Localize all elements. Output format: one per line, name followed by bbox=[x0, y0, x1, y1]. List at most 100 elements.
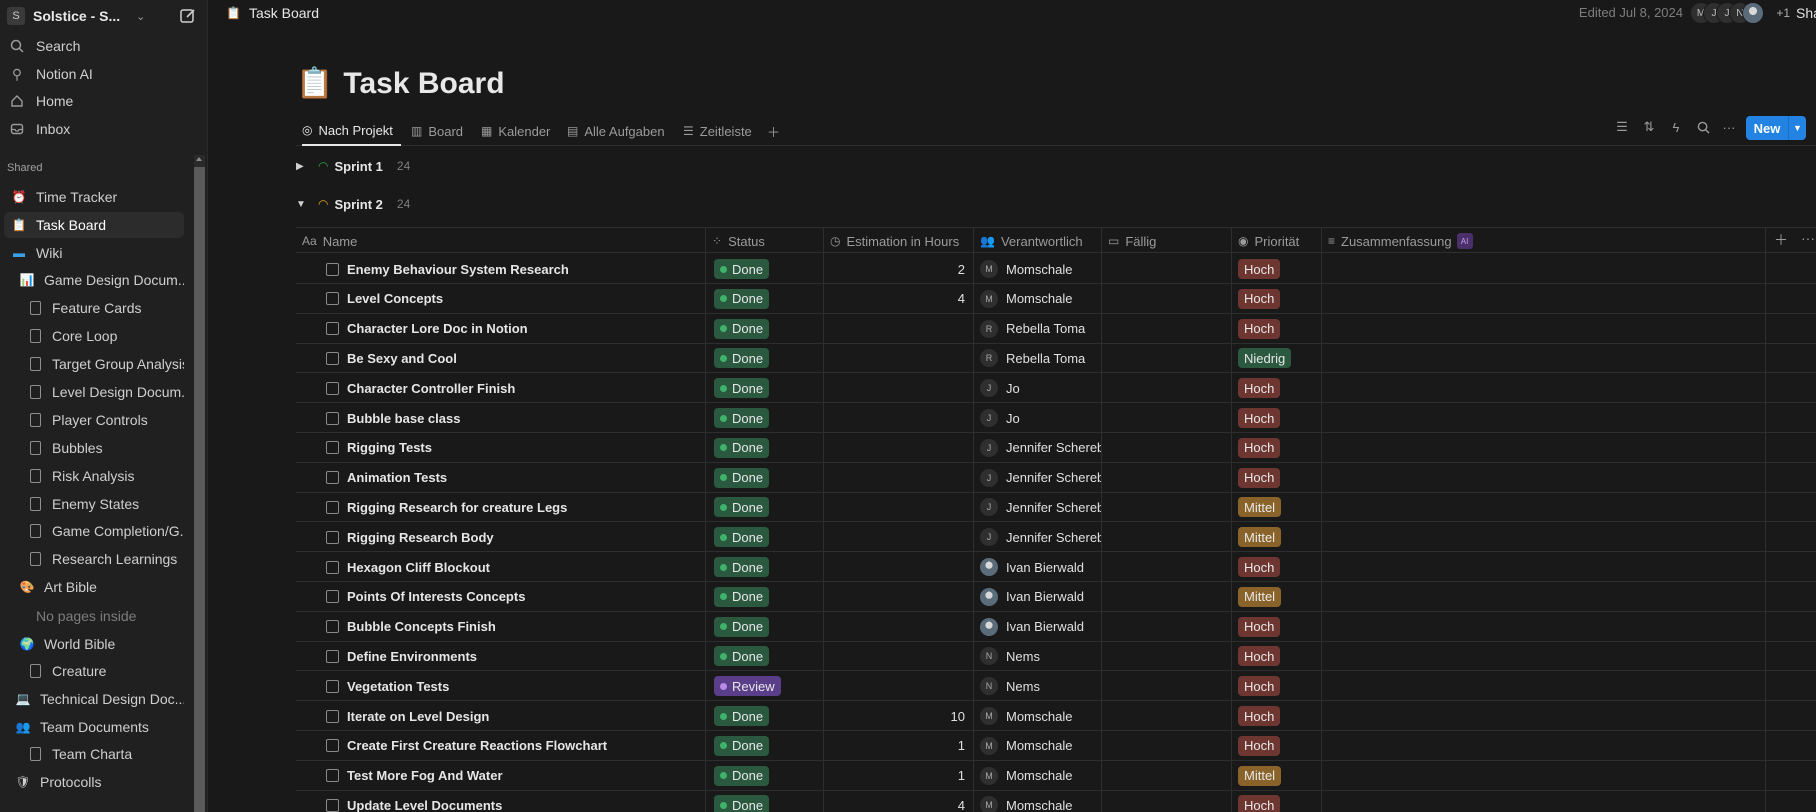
workspace-name[interactable]: Solstice - S... bbox=[33, 8, 120, 24]
breadcrumb[interactable]: 📋 Task Board bbox=[226, 5, 319, 21]
sidebar-item-research-learnings[interactable]: Research Learnings bbox=[4, 546, 184, 572]
cell-faellig[interactable] bbox=[1102, 403, 1232, 433]
sidebar-item-creature[interactable]: Creature bbox=[4, 658, 184, 684]
table-row[interactable]: Iterate on Level Design Done 10 M Momschale H… bbox=[296, 701, 1816, 731]
column-header-estimation[interactable]: ◷ Estimation in Hours bbox=[824, 228, 974, 254]
cell-faellig[interactable] bbox=[1102, 552, 1232, 582]
new-button[interactable]: New ▼ bbox=[1746, 116, 1806, 140]
cell-name[interactable]: Enemy Behaviour System Research bbox=[296, 254, 706, 284]
cell-zusammenfassung[interactable] bbox=[1322, 701, 1766, 731]
chevron-down-icon[interactable]: ⌄ bbox=[136, 10, 145, 23]
cell-faellig[interactable] bbox=[1102, 462, 1232, 493]
cell-estimation[interactable] bbox=[824, 373, 974, 404]
cell-name[interactable]: Bubble base class bbox=[296, 403, 706, 433]
cell-zusammenfassung[interactable] bbox=[1322, 283, 1766, 314]
cell-name[interactable]: Create First Creature Reactions Flowchar… bbox=[296, 730, 706, 761]
cell-faellig[interactable] bbox=[1102, 730, 1232, 761]
cell-prioritaet[interactable]: Hoch bbox=[1232, 432, 1322, 463]
priority-badge[interactable]: Niedrig bbox=[1238, 348, 1292, 369]
cell-zusammenfassung[interactable] bbox=[1322, 403, 1766, 433]
cell-estimation[interactable] bbox=[824, 611, 974, 642]
task-name[interactable]: Character Controller Finish bbox=[347, 381, 515, 396]
cell-zusammenfassung[interactable] bbox=[1322, 254, 1766, 284]
cell-verantwortlich[interactable]: J Jennifer Scherebar bbox=[974, 432, 1102, 463]
cell-status[interactable]: Done bbox=[706, 373, 824, 404]
priority-badge[interactable]: Hoch bbox=[1238, 795, 1281, 812]
tab-alle-aufgaben[interactable]: ▤ Alle Aufgaben bbox=[567, 116, 665, 146]
cell-name[interactable]: Be Sexy and Cool bbox=[296, 343, 706, 374]
table-row[interactable]: Update Level Documents Done 4 M Momschale Hoc… bbox=[296, 790, 1816, 812]
task-name[interactable]: Bubble base class bbox=[347, 411, 460, 426]
cell-status[interactable]: Done bbox=[706, 254, 824, 284]
sidebar-item-protocolls[interactable]: 🛡 Protocolls bbox=[4, 769, 184, 795]
tab-zeitleiste[interactable]: ☰ Zeitleiste bbox=[683, 116, 752, 146]
task-name[interactable]: Points Of Interests Concepts bbox=[347, 589, 525, 604]
cell-prioritaet[interactable]: Hoch bbox=[1232, 373, 1322, 404]
add-property-icon[interactable]: ＋ bbox=[1774, 230, 1788, 250]
cell-estimation[interactable] bbox=[824, 552, 974, 582]
sidebar-item-technical-design-document[interactable]: 💻 Technical Design Doc... bbox=[4, 686, 184, 712]
cell-verantwortlich[interactable]: M Momschale bbox=[974, 760, 1102, 791]
cell-verantwortlich[interactable]: R Rebella Toma bbox=[974, 343, 1102, 374]
column-header-status[interactable]: ⁘ Status bbox=[706, 228, 824, 254]
status-badge[interactable]: Done bbox=[714, 437, 770, 458]
table-row[interactable]: Define Environments Done N Nems Hoch bbox=[296, 641, 1816, 672]
cell-status[interactable]: Done bbox=[706, 760, 824, 791]
sidebar-item-enemy-states[interactable]: Enemy States bbox=[4, 491, 184, 517]
cell-name[interactable]: Points Of Interests Concepts bbox=[296, 581, 706, 612]
table-row[interactable]: Rigging Research for creature Legs Done J J… bbox=[296, 492, 1816, 523]
more-options-icon[interactable]: ··· bbox=[1719, 117, 1739, 137]
group-sprint-1[interactable]: ▶ ◠ Sprint 1 24 bbox=[296, 151, 410, 181]
tab-nach-projekt[interactable]: ◎ Nach Projekt bbox=[302, 116, 401, 146]
cell-estimation[interactable] bbox=[824, 343, 974, 374]
cell-name[interactable]: Define Environments bbox=[296, 641, 706, 672]
status-badge[interactable]: Done bbox=[714, 318, 770, 339]
cell-prioritaet[interactable]: Hoch bbox=[1232, 730, 1322, 761]
cell-status[interactable]: Done bbox=[706, 432, 824, 463]
task-name[interactable]: Rigging Tests bbox=[347, 440, 432, 455]
sidebar-item-player-controls[interactable]: Player Controls bbox=[4, 407, 184, 433]
chevron-down-icon[interactable]: ▼ bbox=[1788, 116, 1806, 140]
cell-status[interactable]: Done bbox=[706, 581, 824, 612]
sidebar-item-risk-analysis[interactable]: Risk Analysis bbox=[4, 463, 184, 489]
sidebar-scrollbar[interactable] bbox=[194, 155, 205, 812]
cell-faellig[interactable] bbox=[1102, 611, 1232, 642]
cell-faellig[interactable] bbox=[1102, 671, 1232, 702]
cell-estimation[interactable]: 1 bbox=[824, 730, 974, 761]
cell-zusammenfassung[interactable] bbox=[1322, 611, 1766, 642]
cell-name[interactable]: Rigging Research for creature Legs bbox=[296, 492, 706, 523]
cell-verantwortlich[interactable]: J Jo bbox=[974, 373, 1102, 404]
priority-badge[interactable]: Mittel bbox=[1238, 527, 1282, 548]
nav-search[interactable]: Search bbox=[0, 33, 196, 59]
cell-estimation[interactable] bbox=[824, 522, 974, 553]
column-header-zusammenfassung[interactable]: ≡ Zusammenfassung AI bbox=[1322, 228, 1766, 254]
status-badge[interactable]: Review bbox=[714, 676, 781, 697]
sidebar-item-wiki[interactable]: ▬ Wiki bbox=[4, 240, 184, 266]
status-badge[interactable]: Done bbox=[714, 735, 770, 756]
share-button[interactable]: Share bbox=[1796, 5, 1816, 21]
column-header-prioritaet[interactable]: ◉ Priorität bbox=[1232, 228, 1322, 254]
cell-zusammenfassung[interactable] bbox=[1322, 671, 1766, 702]
cell-zusammenfassung[interactable] bbox=[1322, 522, 1766, 553]
priority-badge[interactable]: Hoch bbox=[1238, 616, 1281, 637]
nav-notion-ai[interactable]: ⚲ Notion AI bbox=[0, 61, 196, 87]
cell-verantwortlich[interactable]: J Jennifer Scherebar bbox=[974, 462, 1102, 493]
cell-faellig[interactable] bbox=[1102, 432, 1232, 463]
cell-estimation[interactable] bbox=[824, 581, 974, 612]
cell-zusammenfassung[interactable] bbox=[1322, 790, 1766, 812]
cell-zusammenfassung[interactable] bbox=[1322, 343, 1766, 374]
cell-status[interactable]: Done bbox=[706, 313, 824, 344]
cell-faellig[interactable] bbox=[1102, 283, 1232, 314]
priority-badge[interactable]: Hoch bbox=[1238, 318, 1281, 339]
cell-verantwortlich[interactable]: Ivan Bierwald bbox=[974, 552, 1102, 582]
cell-zusammenfassung[interactable] bbox=[1322, 641, 1766, 672]
status-badge[interactable]: Done bbox=[714, 646, 770, 667]
table-row[interactable]: Rigging Research Body Done J Jennifer Scher… bbox=[296, 522, 1816, 553]
cell-prioritaet[interactable]: Mittel bbox=[1232, 760, 1322, 791]
cell-name[interactable]: Rigging Tests bbox=[296, 432, 706, 463]
priority-badge[interactable]: Mittel bbox=[1238, 765, 1282, 786]
cell-verantwortlich[interactable]: M Momschale bbox=[974, 790, 1102, 812]
filter-icon[interactable]: ☰ bbox=[1612, 117, 1632, 137]
table-row[interactable]: Bubble base class Done J Jo Hoch bbox=[296, 403, 1816, 433]
collaborator-avatars[interactable]: M J J N bbox=[1690, 2, 1766, 24]
